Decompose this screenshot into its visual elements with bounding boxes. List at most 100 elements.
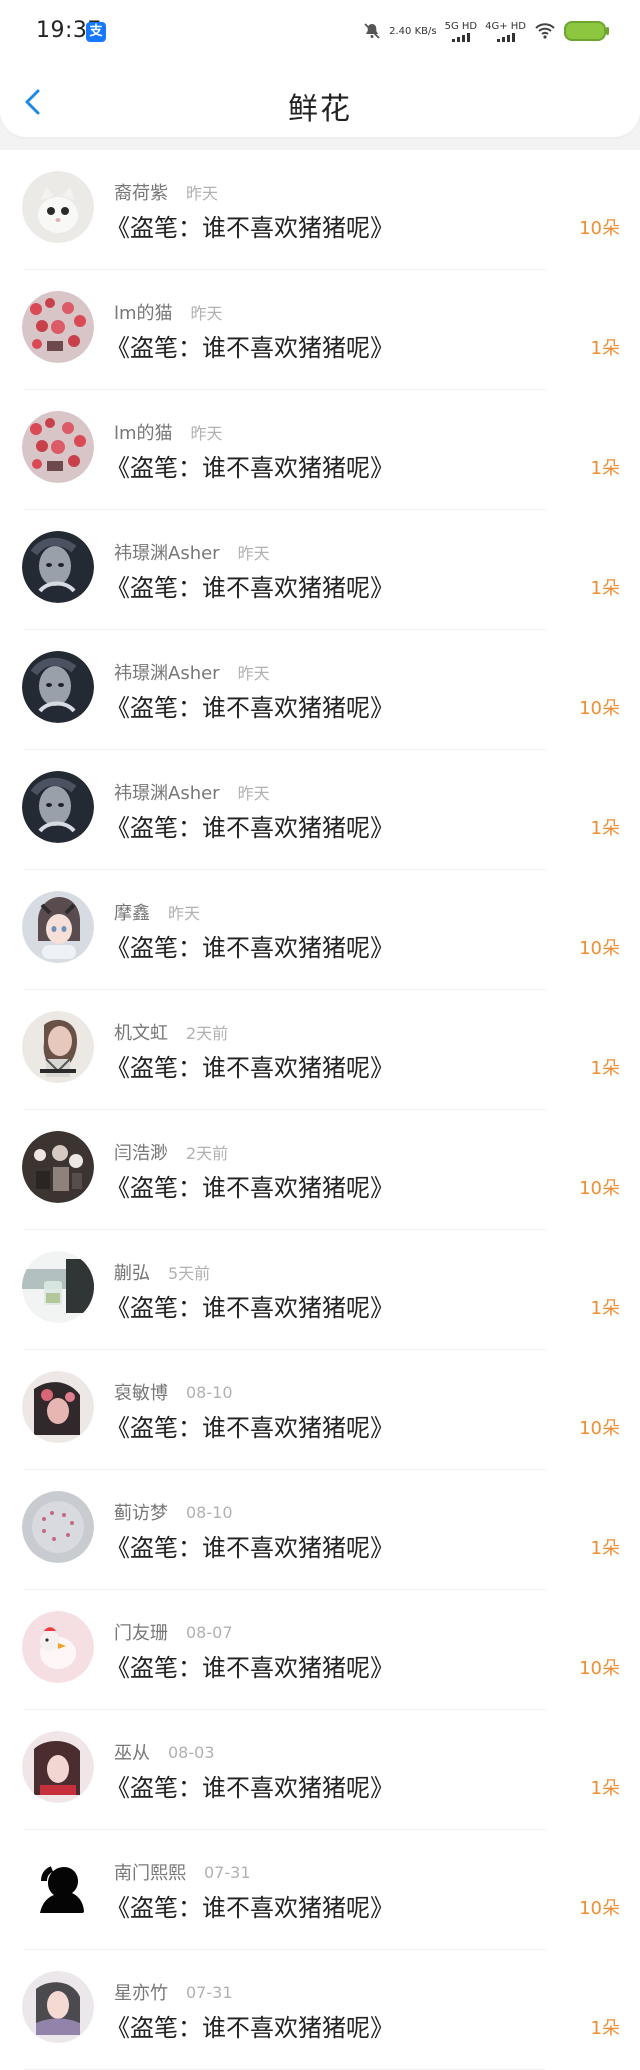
status-bar: 19:37 支 2.40 KB/s 5G HD 4G+ HD [0,0,640,70]
username[interactable]: 裒敏博 [114,1379,168,1405]
row-meta: 星亦竹 07-31 [114,1979,233,2005]
signal-2: 4G+ HD [485,21,526,42]
list-item[interactable]: 摩鑫 昨天 《盗笔：谁不喜欢猪猪呢》 10朵 [0,870,640,990]
list-item[interactable]: 祎璟渊Asher 昨天 《盗笔：谁不喜欢猪猪呢》 1朵 [0,750,640,870]
page-title: 鲜花 [288,92,352,127]
message-text: 《盗笔：谁不喜欢猪猪呢》 [106,1774,394,1802]
signal-bars-1 [451,32,470,42]
timestamp: 08-03 [168,1742,215,1762]
flower-amount: 10朵 [579,938,620,959]
message-text: 《盗笔：谁不喜欢猪猪呢》 [106,1174,394,1202]
list-item[interactable]: 蓟访梦 08-10 《盗笔：谁不喜欢猪猪呢》 1朵 [0,1470,640,1590]
flower-amount: 10朵 [579,218,620,239]
username[interactable]: 祎璟渊Asher [114,659,220,685]
username[interactable]: 祎璟渊Asher [114,779,220,805]
avatar[interactable] [22,1611,94,1683]
list-item[interactable]: lm的猫 昨天 《盗笔：谁不喜欢猪猪呢》 1朵 [0,270,640,390]
username[interactable]: 星亦竹 [114,1979,168,2005]
list-item[interactable]: 巫从 08-03 《盗笔：谁不喜欢猪猪呢》 1朵 [0,1710,640,1830]
username[interactable]: 蒯弘 [114,1259,150,1285]
avatar[interactable] [22,171,94,243]
username[interactable]: 机文虹 [114,1019,168,1045]
row-meta: 裒敏博 08-10 [114,1379,233,1405]
username[interactable]: 门友珊 [114,1619,168,1645]
timestamp: 2天前 [186,1144,229,1163]
flower-amount: 10朵 [579,1658,620,1679]
network-speed: 2.40 KB/s [389,25,437,37]
list-item[interactable]: lm的猫 昨天 《盗笔：谁不喜欢猪猪呢》 1朵 [0,390,640,510]
username[interactable]: 南门熙熙 [114,1859,186,1885]
list-item[interactable]: 闫浩渺 2天前 《盗笔：谁不喜欢猪猪呢》 10朵 [0,1110,640,1230]
flower-list: 裔荷紫 昨天 《盗笔：谁不喜欢猪猪呢》 10朵 lm的猫 昨天 《盗笔：谁不喜欢… [0,150,640,2070]
avatar[interactable] [22,291,94,363]
timestamp: 昨天 [168,904,201,923]
flower-amount: 1朵 [590,338,620,359]
username[interactable]: lm的猫 [114,299,173,325]
timestamp: 昨天 [190,424,223,443]
list-item[interactable]: 祎璟渊Asher 昨天 《盗笔：谁不喜欢猪猪呢》 10朵 [0,630,640,750]
row-meta: 摩鑫 昨天 [114,900,200,924]
avatar[interactable] [22,771,94,843]
flower-amount: 10朵 [579,1418,620,1439]
username[interactable]: 蓟访梦 [114,1499,168,1525]
avatar[interactable] [22,1851,94,1923]
list-item[interactable]: 蒯弘 5天前 《盗笔：谁不喜欢猪猪呢》 1朵 [0,1230,640,1350]
avatar[interactable] [22,651,94,723]
list-item[interactable]: 星亦竹 07-31 《盗笔：谁不喜欢猪猪呢》 1朵 [0,1950,640,2070]
row-meta: 门友珊 08-07 [114,1619,233,1645]
message-text: 《盗笔：谁不喜欢猪猪呢》 [106,574,394,602]
status-icons: 2.40 KB/s 5G HD 4G+ HD [363,16,609,46]
battery-icon [564,21,609,41]
row-meta: 南门熙熙 07-31 [114,1859,251,1885]
message-text: 《盗笔：谁不喜欢猪猪呢》 [106,694,394,722]
list-item[interactable]: 裒敏博 08-10 《盗笔：谁不喜欢猪猪呢》 10朵 [0,1350,640,1470]
message-text: 《盗笔：谁不喜欢猪猪呢》 [106,334,394,362]
timestamp: 08-07 [186,1622,233,1642]
flower-amount: 1朵 [590,2018,620,2039]
avatar[interactable] [22,531,94,603]
flower-amount: 1朵 [590,818,620,839]
list-item[interactable]: 机文虹 2天前 《盗笔：谁不喜欢猪猪呢》 1朵 [0,990,640,1110]
row-meta: 蓟访梦 08-10 [114,1499,233,1525]
avatar[interactable] [22,1731,94,1803]
avatar[interactable] [22,891,94,963]
row-meta: 巫从 08-03 [114,1739,215,1765]
avatar[interactable] [22,1491,94,1563]
row-meta: 闫浩渺 2天前 [114,1140,228,1164]
timestamp: 2天前 [186,1024,229,1043]
timestamp: 昨天 [237,664,270,683]
row-meta: 祎璟渊Asher 昨天 [114,780,270,804]
row-meta: 蒯弘 5天前 [114,1260,210,1284]
username[interactable]: lm的猫 [114,419,173,445]
flower-amount: 1朵 [590,1778,620,1799]
timestamp: 08-10 [186,1502,233,1522]
avatar[interactable] [22,1371,94,1443]
timestamp: 08-10 [186,1382,233,1402]
avatar[interactable] [22,1131,94,1203]
avatar[interactable] [22,1251,94,1323]
list-item[interactable]: 南门熙熙 07-31 《盗笔：谁不喜欢猪猪呢》 10朵 [0,1830,640,1950]
signal-bars-2 [496,32,515,42]
timestamp: 07-31 [204,1862,251,1882]
network-type-1: 5G HD [444,20,478,32]
username[interactable]: 摩鑫 [114,899,150,925]
flower-amount: 10朵 [579,1898,620,1919]
timestamp: 昨天 [237,544,270,563]
row-meta: 裔荷紫 昨天 [114,180,218,204]
avatar[interactable] [22,1011,94,1083]
username[interactable]: 祎璟渊Asher [114,539,220,565]
row-meta: lm的猫 昨天 [114,300,223,324]
username[interactable]: 裔荷紫 [114,179,168,205]
username[interactable]: 闫浩渺 [114,1139,168,1165]
message-text: 《盗笔：谁不喜欢猪猪呢》 [106,1654,394,1682]
list-item[interactable]: 门友珊 08-07 《盗笔：谁不喜欢猪猪呢》 10朵 [0,1590,640,1710]
username[interactable]: 巫从 [114,1739,150,1765]
flower-amount: 10朵 [579,1178,620,1199]
row-meta: 祎璟渊Asher 昨天 [114,660,270,684]
avatar[interactable] [22,411,94,483]
message-text: 《盗笔：谁不喜欢猪猪呢》 [106,814,394,842]
list-item[interactable]: 祎璟渊Asher 昨天 《盗笔：谁不喜欢猪猪呢》 1朵 [0,510,640,630]
list-item[interactable]: 裔荷紫 昨天 《盗笔：谁不喜欢猪猪呢》 10朵 [0,150,640,270]
message-text: 《盗笔：谁不喜欢猪猪呢》 [106,2014,394,2042]
avatar[interactable] [22,1971,94,2043]
